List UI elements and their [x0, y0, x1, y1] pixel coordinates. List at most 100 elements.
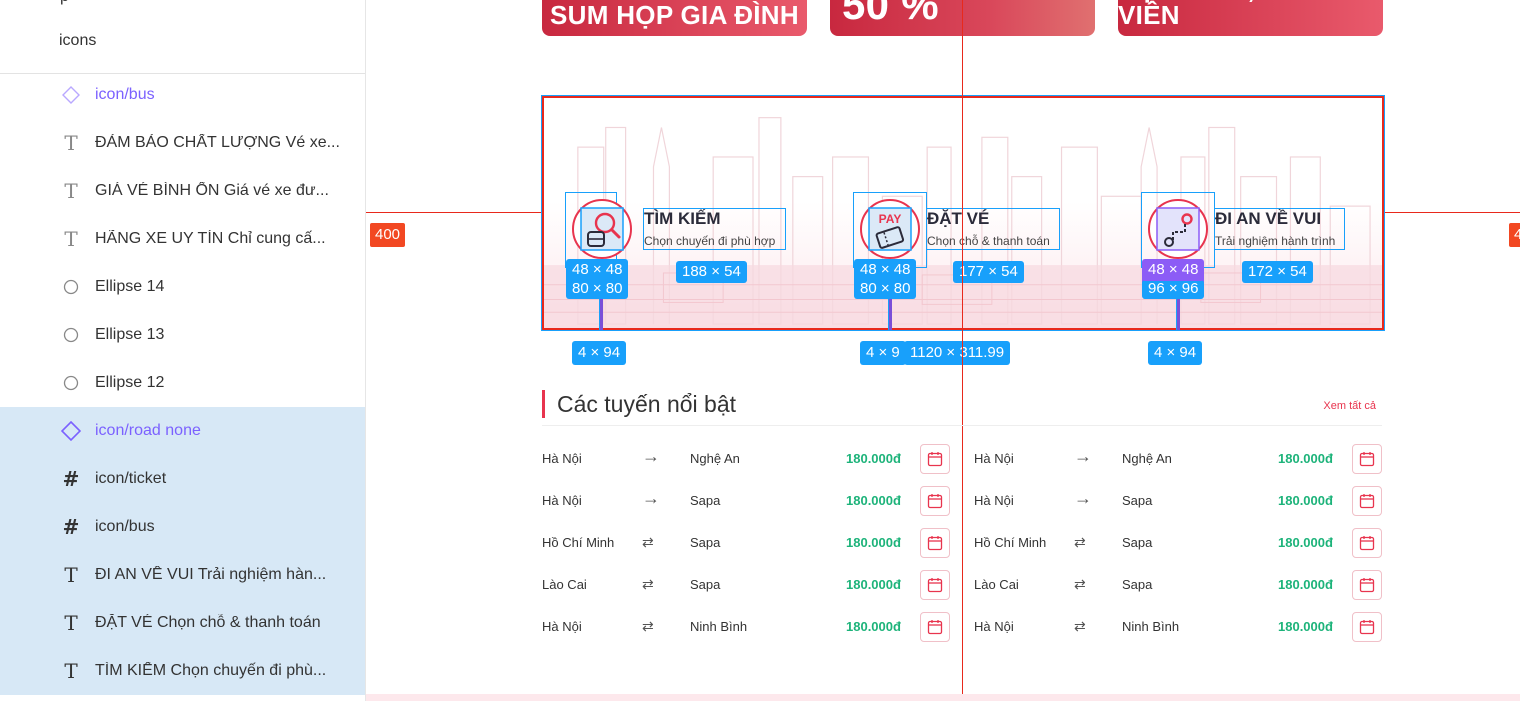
route-from: Hà Nội — [542, 451, 582, 466]
arrow-right-icon: → — [1074, 488, 1092, 508]
dimension-badge: 96 × 96 — [1142, 280, 1205, 299]
arrow-right-icon: → — [1074, 446, 1092, 466]
route-row[interactable]: Hà Nội ⇄ Ninh Bình 180.000đ — [974, 612, 1382, 642]
arrow-right-icon: → — [642, 446, 660, 466]
text-layer-icon: T — [64, 659, 78, 683]
layer-row[interactable]: T HÃNG XE UY TÍN Chỉ cung cấ... — [0, 215, 365, 263]
calendar-button[interactable] — [920, 612, 950, 642]
route-from: Hà Nội — [974, 451, 1014, 466]
calendar-button[interactable] — [920, 444, 950, 474]
route-row[interactable]: Hà Nội → Nghệ An 180.000đ — [974, 444, 1382, 474]
layer-row[interactable]: Ellipse 12 — [0, 359, 365, 407]
route-from: Hà Nội — [542, 619, 582, 634]
layer-name: Ellipse 13 — [95, 326, 165, 343]
guide-distance-badge: 4 — [1509, 223, 1520, 247]
road-route-icon — [1156, 207, 1200, 251]
calendar-button[interactable] — [1352, 612, 1382, 642]
calendar-icon — [1359, 494, 1375, 509]
dimension-badge: 4 × 94 — [1148, 341, 1203, 365]
layer-name: ĐI AN VỀ VUI Trải nghiệm hàn... — [95, 566, 327, 583]
route-to: Ninh Bình — [690, 619, 748, 634]
feature-icon-circle[interactable]: PAY — [860, 199, 920, 259]
text-layer-icon: T — [64, 179, 78, 203]
measure-stem — [1176, 298, 1180, 330]
route-row[interactable]: Hà Nội → Sapa 180.000đ — [542, 486, 950, 516]
layer-row[interactable]: icon/road none — [0, 407, 365, 455]
calendar-button[interactable] — [920, 486, 950, 516]
next-section-edge — [366, 694, 1520, 701]
route-price: 180.000đ — [846, 577, 901, 592]
ticket-pay-icon: PAY — [868, 207, 912, 251]
feature-title: ĐẶT VÉ — [927, 209, 990, 228]
calendar-button[interactable] — [920, 570, 950, 600]
swap-arrows-icon: ⇄ — [1074, 534, 1086, 550]
calendar-icon — [927, 578, 943, 593]
design-canvas[interactable]: SUM HỌP GIA ĐÌNH 50 % HỌC SINH, SINH VIÊ… — [366, 0, 1520, 701]
layer-row[interactable]: T ĐI AN VỀ VUI Trải nghiệm hàn... — [0, 551, 365, 599]
calendar-button[interactable] — [1352, 444, 1382, 474]
layer-row[interactable]: Ellipse 13 — [0, 311, 365, 359]
calendar-button[interactable] — [920, 528, 950, 558]
see-all-link[interactable]: Xem tất cả — [1323, 400, 1376, 412]
route-from: Hà Nội — [542, 493, 582, 508]
route-price: 180.000đ — [846, 535, 901, 550]
feature-subtitle: Trải nghiệm hành trình — [1215, 234, 1336, 248]
route-to: Nghệ An — [690, 451, 740, 466]
route-from: Lào Cai — [542, 577, 587, 592]
layer-name: TÌM KIẾM Chọn chuyến đi phù... — [95, 662, 327, 679]
calendar-icon — [927, 620, 943, 635]
calendar-button[interactable] — [1352, 570, 1382, 600]
route-row[interactable]: Hà Nội ⇄ Ninh Bình 180.000đ — [542, 612, 950, 642]
arrow-right-icon: → — [642, 488, 660, 508]
ellipse-icon — [60, 372, 82, 394]
layer-row[interactable]: # icon/bus — [0, 503, 365, 551]
text-layer-icon: T — [64, 131, 78, 155]
route-row[interactable]: Hà Nội → Nghệ An 180.000đ — [542, 444, 950, 474]
calendar-icon — [927, 452, 943, 467]
calendar-icon — [1359, 578, 1375, 593]
layer-row[interactable]: T ĐẶT VÉ Chọn chỗ & thanh toán — [0, 599, 365, 647]
layer-name: ĐẶT VÉ Chọn chỗ & thanh toán — [95, 614, 321, 631]
calendar-icon — [927, 536, 943, 551]
route-row[interactable]: Hồ Chí Minh ⇄ Sapa 180.000đ — [974, 528, 1382, 558]
route-to: Sapa — [1122, 577, 1153, 592]
banner-text: HỌC SINH, SINH VIÊN — [1118, 0, 1326, 30]
layer-name: ĐẢM BẢO CHẤT LƯỢNG Vé xe... — [95, 134, 340, 151]
route-row[interactable]: Lào Cai ⇄ Sapa 180.000đ — [542, 570, 950, 600]
layer-row[interactable]: # icon/ticket — [0, 455, 365, 503]
layer-row[interactable]: T GIÁ VÉ BÌNH ỔN Giá vé xe đư... — [0, 167, 365, 215]
route-row[interactable]: Hồ Chí Minh ⇄ Sapa 180.000đ — [542, 528, 950, 558]
layer-row[interactable]: icon/bus — [0, 71, 365, 119]
feature-icon-circle[interactable] — [572, 199, 632, 259]
route-price: 180.000đ — [1278, 619, 1333, 634]
route-to: Sapa — [690, 493, 721, 508]
routes-header: Các tuyến nổi bật Xem tất cả — [542, 388, 1382, 426]
layer-row[interactable]: Ellipse 14 — [0, 263, 365, 311]
route-row[interactable]: Hà Nội → Sapa 180.000đ — [974, 486, 1382, 516]
route-row[interactable]: Lào Cai ⇄ Sapa 180.000đ — [974, 570, 1382, 600]
layer-group-icons[interactable]: icons — [59, 32, 96, 50]
frame-icon: # — [62, 467, 80, 491]
swap-arrows-icon: ⇄ — [1074, 618, 1086, 634]
title-accent-bar — [542, 390, 545, 418]
ellipse-icon — [60, 324, 82, 346]
feature-icon-circle[interactable] — [1148, 199, 1208, 259]
calendar-icon — [1359, 452, 1375, 467]
calendar-button[interactable] — [1352, 528, 1382, 558]
route-to: Sapa — [1122, 535, 1153, 550]
promo-banner[interactable]: SUM HỌP GIA ĐÌNH — [542, 0, 807, 36]
feature-subtitle: Chọn chỗ & thanh toán — [927, 234, 1050, 248]
frame-dimension-badge: 1120 × 311.99 — [904, 341, 1011, 365]
route-to: Sapa — [1122, 493, 1153, 508]
calendar-button[interactable] — [1352, 486, 1382, 516]
layer-row[interactable]: T TÌM KIẾM Chọn chuyến đi phù... — [0, 647, 365, 695]
frame-icon: # — [62, 515, 80, 539]
layer-partial[interactable]: p — [60, 0, 69, 6]
promo-banner[interactable]: HỌC SINH, SINH VIÊN — [1118, 0, 1383, 36]
measure-stem — [599, 298, 603, 330]
route-from: Hồ Chí Minh — [974, 535, 1047, 550]
dimension-badge: 48 × 48 — [854, 259, 917, 281]
route-price: 180.000đ — [1278, 577, 1333, 592]
layer-row[interactable]: T ĐẢM BẢO CHẤT LƯỢNG Vé xe... — [0, 119, 365, 167]
text-layer-icon: T — [64, 563, 78, 587]
